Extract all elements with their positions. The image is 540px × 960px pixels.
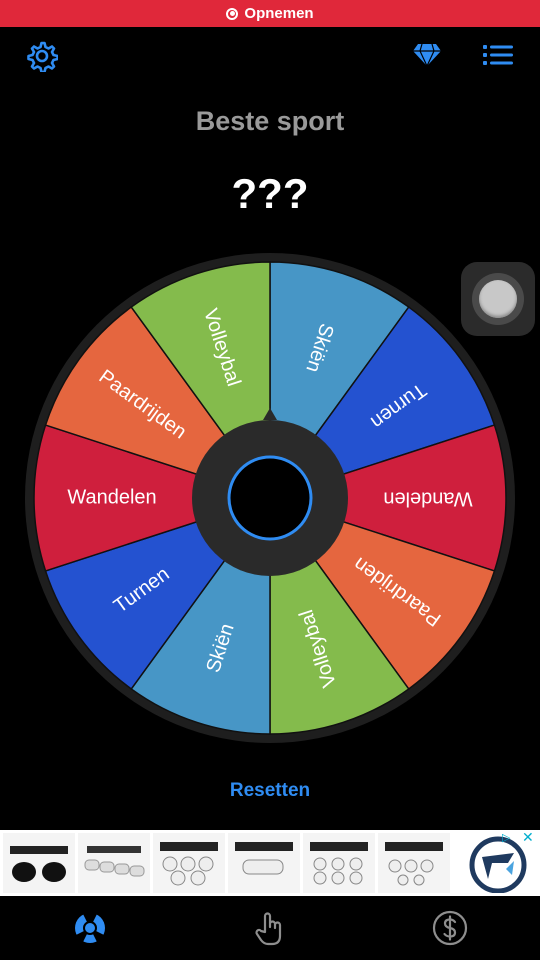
gear-icon	[27, 41, 58, 72]
ad-product-image	[378, 833, 450, 893]
ad-product-image	[3, 833, 75, 893]
adchoices-icon[interactable]: ▷	[502, 832, 514, 844]
spin-result: ???	[231, 170, 309, 217]
premium-button[interactable]	[410, 40, 444, 70]
wheel-title: Beste sport	[195, 106, 345, 136]
diamond-icon	[413, 43, 441, 67]
assistive-touch-button[interactable]	[461, 262, 535, 336]
hand-pointer-icon	[255, 912, 282, 946]
recording-indicator[interactable]: Opnemen	[0, 0, 540, 27]
dollar-icon	[432, 910, 468, 946]
wheels-list-button[interactable]	[480, 40, 516, 70]
tab-wheel[interactable]	[60, 898, 120, 958]
wheel-segment-label: Wandelen	[383, 488, 472, 510]
tab-purchases[interactable]	[420, 898, 480, 958]
ad-product-image	[78, 833, 150, 893]
spin-button[interactable]	[227, 455, 313, 541]
spin-wheel[interactable]: SkiënTurnenWandelenPaardrijdenVolleybalS…	[25, 253, 515, 743]
ad-close-icon[interactable]: ✕	[522, 830, 534, 844]
list-icon	[483, 45, 513, 65]
settings-button[interactable]	[24, 38, 60, 74]
tab-bar	[0, 896, 540, 960]
recording-label: Opnemen	[244, 5, 314, 22]
tab-tap[interactable]	[240, 898, 300, 958]
reset-button[interactable]: Resetten	[0, 780, 540, 802]
ad-product-image	[228, 833, 300, 893]
ad-banner[interactable]: ▷ ✕	[0, 830, 540, 896]
record-icon	[226, 7, 239, 20]
ad-product-image	[303, 833, 375, 893]
wheel-icon	[75, 912, 105, 943]
wheel-segment-label: Wandelen	[67, 486, 156, 508]
ad-product-image	[153, 833, 225, 893]
